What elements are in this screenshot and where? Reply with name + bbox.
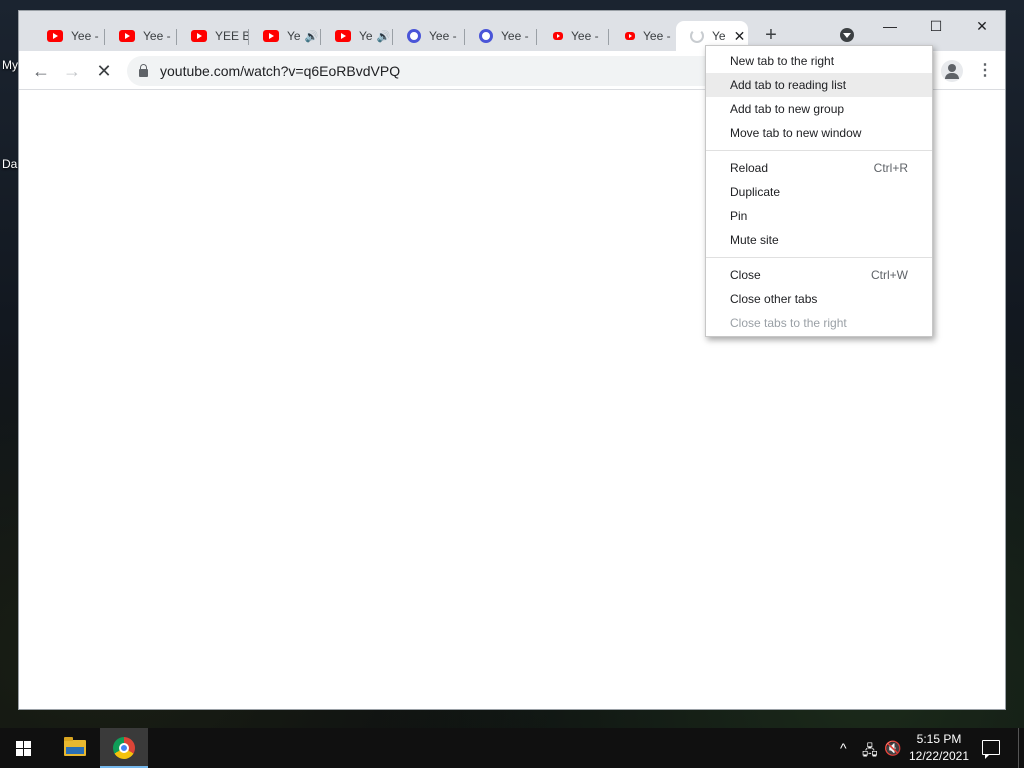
new-tab-button[interactable]: +	[761, 25, 781, 45]
clock-date: 12/22/2021	[908, 749, 970, 763]
tab-5[interactable]: Ye 🔊	[321, 21, 393, 51]
menu-item-mute-site[interactable]: Mute site	[706, 228, 932, 252]
file-explorer-button[interactable]	[52, 728, 96, 768]
show-desktop-button[interactable]	[1018, 728, 1019, 768]
tab-title: YEE B	[215, 29, 249, 43]
browser-menu-icon[interactable]: ⋮	[977, 61, 993, 81]
taskbar: ^ 🖧 🔇 5:15 PM 12/22/2021	[0, 728, 1024, 768]
folder-icon	[64, 737, 86, 756]
youtube-icon	[191, 30, 207, 42]
tab-9[interactable]: Yee -	[609, 21, 681, 51]
tab-title: Ye	[287, 29, 301, 43]
desktop-label-2[interactable]: Da	[2, 157, 17, 171]
menu-item-add-tab-to-reading-list[interactable]: Add tab to reading list	[706, 73, 932, 97]
tab-title: Ye	[359, 29, 373, 43]
menu-item-duplicate[interactable]: Duplicate	[706, 180, 932, 204]
menu-item-label: Duplicate	[730, 185, 781, 199]
youtube-small-icon	[553, 32, 563, 40]
stop-button[interactable]: ✕	[92, 59, 116, 83]
tab-8[interactable]: Yee -	[537, 21, 609, 51]
tab-title: Yee -	[571, 29, 599, 43]
menu-separator	[706, 150, 932, 151]
tab-7[interactable]: Yee -	[465, 21, 537, 51]
menu-separator	[706, 257, 932, 258]
tab-title: Yee -	[643, 29, 671, 43]
loading-spinner-icon	[690, 29, 704, 43]
youtube-icon	[263, 30, 279, 42]
menu-item-close[interactable]: Close Ctrl+W	[706, 263, 932, 287]
speaker-icon[interactable]: 🔊	[305, 30, 319, 43]
back-button[interactable]: ←	[29, 59, 53, 83]
menu-item-shortcut: Ctrl+W	[871, 268, 908, 282]
network-icon[interactable]: 🖧	[862, 740, 878, 764]
maximize-button[interactable]: ☐	[913, 11, 959, 41]
tray-chevron-icon[interactable]: ^	[840, 740, 847, 756]
menu-item-label: Add tab to new group	[730, 102, 845, 116]
speaker-icon[interactable]: 🔊	[377, 30, 391, 43]
menu-item-label: Mute site	[730, 233, 779, 247]
tab-title: Yee -	[143, 29, 171, 43]
youtube-icon	[119, 30, 135, 42]
menu-item-reload[interactable]: Reload Ctrl+R	[706, 156, 932, 180]
tab-4[interactable]: Ye 🔊	[249, 21, 321, 51]
menu-item-close-tabs-to-the-right: Close tabs to the right	[706, 311, 932, 335]
tab-title: Yee -	[429, 29, 457, 43]
menu-item-label: Reload	[730, 161, 769, 175]
tab-search-icon[interactable]	[840, 28, 854, 42]
tab-title: Ye	[712, 29, 726, 43]
round-icon	[407, 29, 421, 43]
menu-item-label: Add tab to reading list	[730, 78, 847, 92]
desktop-label-1[interactable]: My	[2, 58, 18, 72]
chrome-taskbar-button[interactable]	[100, 728, 148, 768]
youtube-icon	[47, 30, 63, 42]
clock-time: 5:15 PM	[916, 732, 962, 746]
menu-item-label: New tab to the right	[730, 54, 835, 68]
volume-muted-icon[interactable]: 🔇	[884, 740, 901, 757]
notification-center-icon[interactable]	[982, 740, 1000, 759]
tab-2[interactable]: Yee -	[105, 21, 177, 51]
close-window-button[interactable]: ✕	[959, 11, 1005, 41]
menu-item-pin[interactable]: Pin	[706, 204, 932, 228]
clock[interactable]: 5:15 PM 12/22/2021	[906, 731, 972, 765]
tab-context-menu: New tab to the right Add tab to reading l…	[705, 45, 933, 337]
menu-item-add-tab-to-new-group[interactable]: Add tab to new group	[706, 97, 932, 121]
round-icon	[479, 29, 493, 43]
tab-1[interactable]: Yee -	[33, 21, 105, 51]
youtube-icon	[335, 30, 351, 42]
tab-title: Yee -	[501, 29, 529, 43]
tab-6[interactable]: Yee -	[393, 21, 465, 51]
menu-item-label: Close	[730, 268, 761, 282]
menu-item-move-tab-to-new-window[interactable]: Move tab to new window	[706, 121, 932, 145]
forward-button[interactable]: →	[60, 59, 84, 83]
tab-3[interactable]: YEE B	[177, 21, 249, 51]
lock-icon[interactable]	[139, 64, 148, 77]
menu-item-close-other-tabs[interactable]: Close other tabs	[706, 287, 932, 311]
menu-item-label: Close other tabs	[730, 292, 818, 306]
minimize-button[interactable]: —	[867, 11, 913, 41]
youtube-small-icon	[625, 32, 635, 40]
menu-item-new-tab-to-the-right[interactable]: New tab to the right	[706, 49, 932, 73]
start-button[interactable]	[0, 728, 48, 768]
tab-close-icon[interactable]: ✕	[734, 28, 746, 45]
menu-item-label: Move tab to new window	[730, 126, 862, 140]
menu-item-label: Pin	[730, 209, 748, 223]
tab-title: Yee -	[71, 29, 99, 43]
menu-item-label: Close tabs to the right	[730, 316, 847, 330]
url-text: youtube.com/watch?v=q6EoRBvdVPQ	[160, 63, 401, 79]
windows-logo-icon	[16, 741, 32, 756]
profile-avatar-icon[interactable]	[941, 60, 963, 82]
menu-item-shortcut: Ctrl+R	[873, 161, 908, 175]
chrome-icon	[113, 737, 135, 759]
